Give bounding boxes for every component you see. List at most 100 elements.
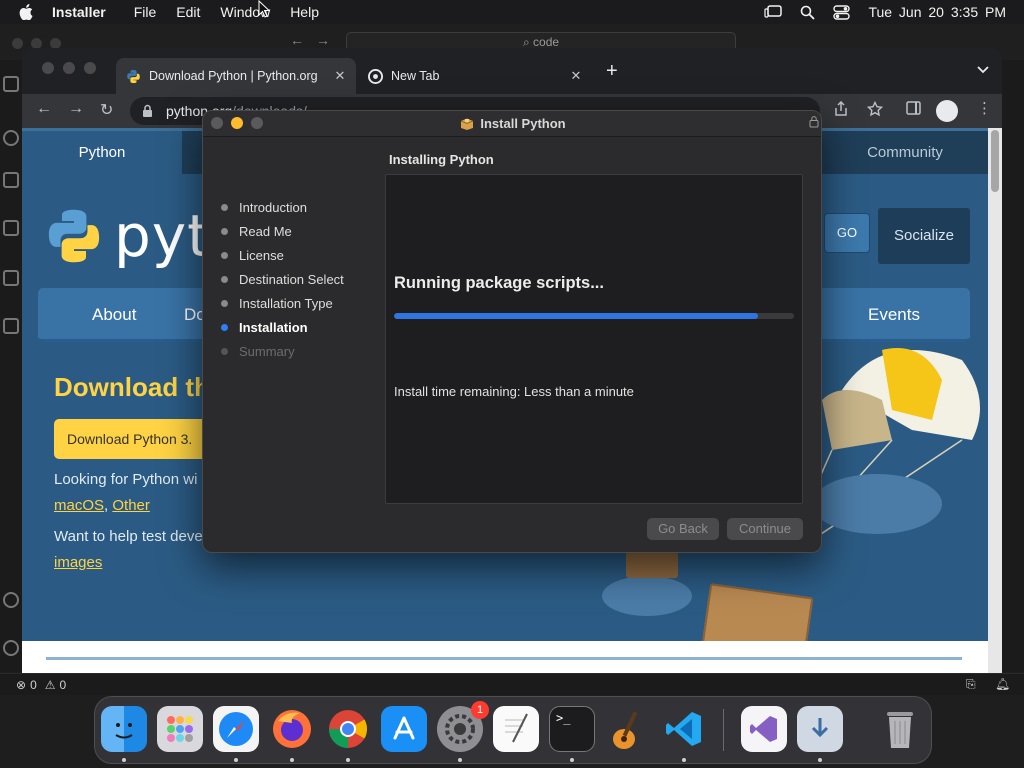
download-python-button[interactable]: Download Python 3. bbox=[54, 419, 214, 459]
kebab-menu-icon[interactable]: ⋮ bbox=[977, 99, 992, 117]
nav-tab-python[interactable]: Python bbox=[22, 131, 182, 174]
error-count: 0 bbox=[30, 678, 37, 692]
tab-new-tab[interactable]: New Tab ✕ bbox=[360, 58, 592, 94]
explorer-icon[interactable] bbox=[3, 76, 19, 92]
launchpad-icon[interactable] bbox=[157, 706, 203, 752]
page-lower-strip bbox=[22, 641, 988, 673]
step-bullet bbox=[221, 275, 228, 283]
link-images[interactable]: images bbox=[54, 554, 102, 571]
forward-arrow-icon[interactable]: → bbox=[316, 32, 330, 48]
reload-icon[interactable]: ↻ bbox=[100, 100, 113, 120]
minimize-window-button[interactable] bbox=[231, 117, 243, 129]
problems-indicator[interactable]: ⊗ 0 ⚠ 0 bbox=[16, 678, 66, 692]
stage-manager-icon[interactable] bbox=[764, 5, 783, 19]
tab-python-downloads[interactable]: Download Python | Python.org ✕ bbox=[116, 58, 356, 94]
tab-search-chevron-icon[interactable] bbox=[976, 62, 990, 80]
tab-close-icon[interactable]: ✕ bbox=[566, 68, 586, 84]
vscode-running-dot bbox=[682, 758, 686, 762]
step-license: License bbox=[221, 243, 344, 267]
socialize-button[interactable]: Socialize bbox=[878, 208, 970, 264]
tab-close-icon[interactable]: ✕ bbox=[330, 68, 350, 84]
step-bullet-current bbox=[221, 323, 228, 331]
install-time-remaining: Install time remaining: Less than a minu… bbox=[394, 384, 634, 399]
python-favicon-icon bbox=[127, 69, 140, 83]
manage-gear-icon[interactable] bbox=[3, 640, 19, 656]
mouse-cursor-icon bbox=[258, 0, 270, 18]
cloud-shape bbox=[602, 576, 692, 616]
search-icon[interactable] bbox=[3, 130, 19, 146]
python-logo-icon bbox=[48, 209, 100, 263]
scrollbar-thumb[interactable] bbox=[991, 130, 999, 192]
forward-arrow-icon[interactable]: → bbox=[68, 100, 84, 118]
terminal-icon[interactable]: >_ bbox=[549, 706, 595, 752]
vscode-history-nav: ← → bbox=[290, 32, 330, 48]
nav-item-events[interactable]: Events bbox=[868, 288, 920, 342]
source-control-icon[interactable] bbox=[3, 172, 19, 188]
step-bullet bbox=[221, 203, 228, 211]
nav-tab-community[interactable]: Community bbox=[822, 131, 988, 174]
search-go-button[interactable]: GO bbox=[824, 213, 870, 253]
bookmark-star-icon[interactable] bbox=[866, 100, 884, 122]
back-arrow-icon[interactable]: ← bbox=[290, 32, 304, 48]
go-back-button[interactable]: Go Back bbox=[647, 518, 719, 540]
vscode-icon[interactable] bbox=[661, 706, 707, 752]
page-scrollbar[interactable] bbox=[988, 128, 1002, 673]
nav-item-about[interactable]: About bbox=[92, 288, 136, 342]
live-share-icon[interactable]: ⎘ bbox=[966, 677, 976, 692]
step-bullet bbox=[221, 299, 228, 307]
system-settings-icon[interactable]: 1 bbox=[437, 701, 489, 752]
step-label: Installation bbox=[239, 319, 308, 335]
close-window-button[interactable] bbox=[211, 117, 223, 129]
settings-running-dot bbox=[458, 758, 462, 762]
error-icon: ⊗ bbox=[16, 678, 27, 692]
tab-strip: Download Python | Python.org ✕ New Tab ✕… bbox=[22, 48, 1002, 94]
spotlight-search-icon[interactable] bbox=[800, 5, 816, 20]
link-macos[interactable]: macOS bbox=[54, 497, 104, 514]
account-icon[interactable] bbox=[3, 592, 19, 608]
warning-count: 0 bbox=[59, 678, 67, 692]
run-debug-icon[interactable] bbox=[3, 220, 19, 236]
back-arrow-icon[interactable]: ← bbox=[36, 100, 52, 118]
installer-step-list: Introduction Read Me License Destination… bbox=[221, 195, 344, 363]
menu-file[interactable]: File bbox=[134, 4, 157, 20]
downloads-folder-icon[interactable] bbox=[797, 706, 843, 752]
extensions-icon[interactable] bbox=[3, 270, 19, 286]
firefox-running-dot bbox=[290, 758, 294, 762]
chrome-icon[interactable] bbox=[325, 706, 371, 752]
testing-icon[interactable] bbox=[3, 318, 19, 334]
link-other[interactable]: Other bbox=[112, 497, 150, 514]
close-window-button[interactable] bbox=[42, 62, 54, 74]
finder-icon[interactable] bbox=[101, 706, 147, 752]
side-panel-icon[interactable] bbox=[906, 101, 921, 120]
app-store-icon[interactable] bbox=[381, 706, 427, 752]
safari-icon[interactable] bbox=[213, 706, 259, 752]
menu-help[interactable]: Help bbox=[290, 4, 319, 20]
installer-content-panel: Running package scripts... Install time … bbox=[385, 174, 803, 504]
zoom-window-button[interactable] bbox=[251, 117, 263, 129]
continue-button[interactable]: Continue bbox=[727, 518, 803, 540]
profile-avatar-icon[interactable] bbox=[936, 100, 958, 122]
zoom-window-button[interactable] bbox=[84, 62, 96, 74]
menu-bar: Installer File Edit Window Help Tue Jun … bbox=[0, 0, 1024, 24]
share-icon[interactable] bbox=[834, 100, 848, 122]
textedit-icon[interactable] bbox=[493, 706, 539, 752]
apple-menu-icon[interactable] bbox=[0, 4, 52, 20]
chrome-running-dot bbox=[346, 758, 350, 762]
chrome-favicon-icon bbox=[368, 68, 383, 84]
garageband-icon[interactable] bbox=[605, 706, 651, 752]
notifications-bell-icon[interactable]: 🔔︎ bbox=[995, 677, 1010, 691]
menu-edit[interactable]: Edit bbox=[176, 4, 200, 20]
safari-running-dot bbox=[234, 758, 238, 762]
finder-running-dot bbox=[122, 758, 126, 762]
step-bullet bbox=[221, 251, 228, 259]
control-center-icon[interactable] bbox=[833, 4, 851, 20]
new-tab-plus-icon[interactable]: + bbox=[606, 60, 618, 83]
minimize-window-button[interactable] bbox=[63, 62, 75, 74]
visual-studio-icon[interactable] bbox=[741, 706, 787, 752]
step-label: Read Me bbox=[239, 223, 292, 239]
menu-app-name[interactable]: Installer bbox=[52, 4, 106, 20]
menu-bar-clock[interactable]: Tue Jun 20 3:35 PM bbox=[868, 4, 1006, 20]
firefox-icon[interactable] bbox=[269, 706, 315, 752]
vscode-search-text: code bbox=[533, 35, 560, 49]
trash-icon[interactable] bbox=[877, 706, 923, 752]
